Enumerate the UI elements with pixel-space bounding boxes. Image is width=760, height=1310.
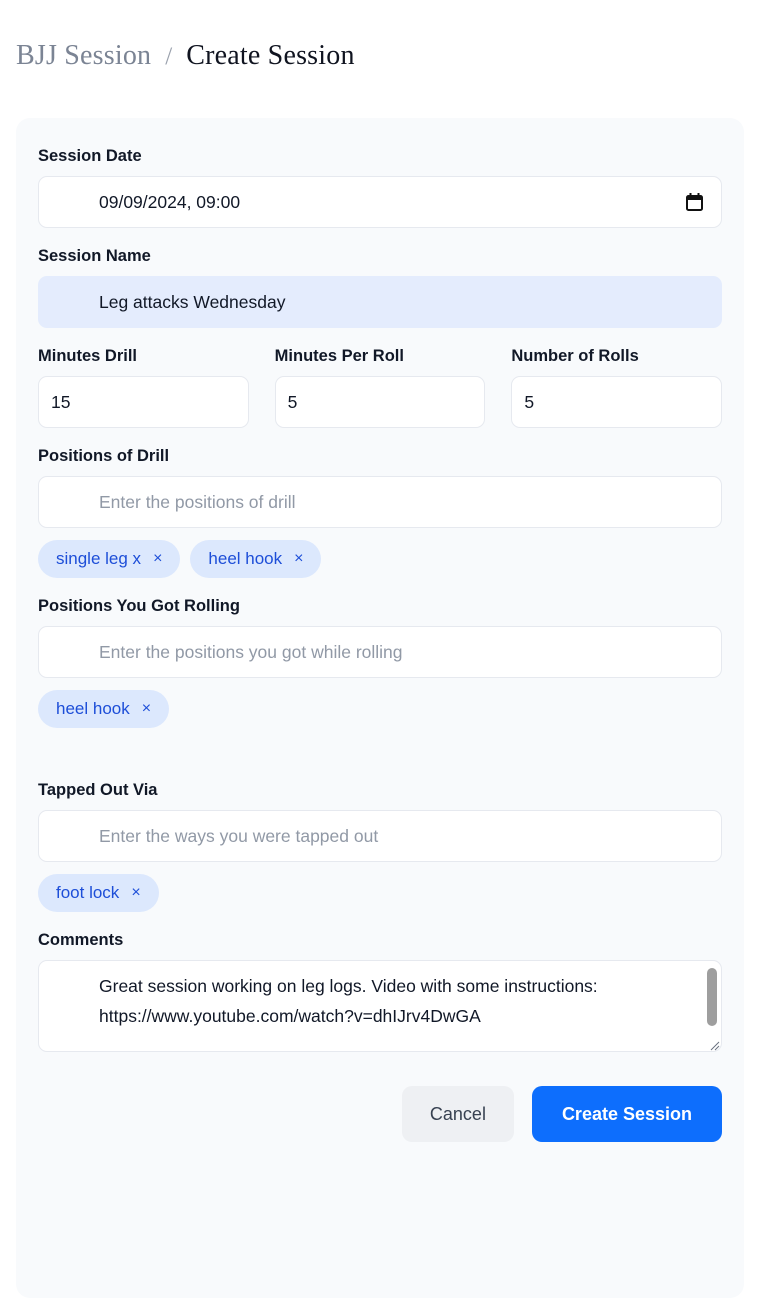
number-of-rolls-input[interactable]: 5	[511, 376, 723, 428]
minutes-drill-value: 15	[51, 391, 71, 412]
tag-remove-icon[interactable]: ×	[142, 701, 151, 717]
number-of-rolls-label: Number of Rolls	[511, 347, 639, 365]
positions-of-drill-input[interactable]: Enter the positions of drill	[38, 476, 722, 528]
positions-rolling-placeholder: Enter the positions you got while rollin…	[99, 641, 403, 662]
minutes-per-roll-input[interactable]: 5	[274, 376, 486, 428]
field-positions-rolling: Positions You Got Rolling Enter the posi…	[38, 596, 722, 728]
tag-remove-icon[interactable]: ×	[131, 885, 140, 901]
create-session-page: BJJ Session / Create Session Session Dat…	[0, 0, 760, 1310]
comments-textarea[interactable]: Great session working on leg logs. Video…	[38, 960, 722, 1052]
breadcrumb-separator: /	[165, 43, 173, 70]
minutes-per-roll-value: 5	[287, 391, 298, 412]
minutes-drill-label: Minutes Drill	[38, 347, 138, 365]
session-name-label: Session Name	[38, 247, 151, 265]
tag-label: single leg x	[56, 549, 142, 568]
tag-remove-icon[interactable]: ×	[153, 551, 162, 567]
tag-chip[interactable]: foot lock ×	[38, 874, 159, 912]
tapped-out-via-label: Tapped Out Via	[38, 781, 158, 799]
field-comments: Comments Great session working on leg lo…	[38, 930, 722, 1052]
session-date-input[interactable]: 09/09/2024, 09:00	[38, 176, 722, 228]
comments-scrollbar-thumb[interactable]	[707, 968, 717, 1026]
tapped-out-via-input[interactable]: Enter the ways you were tapped out	[38, 810, 722, 862]
field-minutes-drill: Minutes Drill 15	[38, 346, 249, 428]
tapped-out-via-tag-list: foot lock ×	[38, 874, 722, 912]
cancel-button[interactable]: Cancel	[401, 1086, 514, 1142]
session-date-label: Session Date	[38, 147, 142, 165]
session-metrics-row: Minutes Drill 15 Minutes Per Roll 5 Numb…	[38, 346, 723, 428]
tag-remove-icon[interactable]: ×	[294, 551, 303, 567]
tag-chip[interactable]: heel hook ×	[38, 690, 170, 728]
create-session-button[interactable]: Create Session	[531, 1086, 722, 1142]
breadcrumb: BJJ Session / Create Session	[16, 40, 355, 72]
calendar-icon[interactable]	[686, 193, 703, 211]
tag-label: heel hook	[208, 549, 283, 568]
field-positions-of-drill: Positions of Drill Enter the positions o…	[38, 446, 722, 578]
field-tapped-out-via: Tapped Out Via Enter the ways you were t…	[38, 780, 722, 912]
field-session-date: Session Date 09/09/2024, 09:00	[38, 146, 722, 228]
field-session-name: Session Name Leg attacks Wednesday	[38, 246, 722, 328]
session-name-input[interactable]: Leg attacks Wednesday	[38, 276, 722, 328]
minutes-drill-input[interactable]: 15	[38, 376, 249, 428]
breadcrumb-root-link[interactable]: BJJ Session	[16, 40, 151, 72]
comments-textarea-wrapper: Great session working on leg logs. Video…	[38, 960, 722, 1052]
resize-handle-icon[interactable]	[710, 1041, 720, 1051]
field-minutes-per-roll: Minutes Per Roll 5	[274, 346, 486, 428]
tag-label: heel hook	[56, 699, 130, 718]
page-title: Create Session	[186, 40, 355, 71]
tag-chip[interactable]: single leg x ×	[38, 540, 181, 578]
positions-of-drill-label: Positions of Drill	[38, 447, 170, 465]
positions-of-drill-placeholder: Enter the positions of drill	[99, 491, 296, 512]
tag-chip[interactable]: heel hook ×	[190, 540, 322, 578]
comments-label: Comments	[38, 931, 124, 949]
form-actions: Cancel Create Session	[38, 1086, 722, 1142]
positions-rolling-tag-list: heel hook ×	[38, 690, 722, 728]
session-date-value: 09/09/2024, 09:00	[99, 191, 241, 212]
tag-label: foot lock	[56, 883, 120, 902]
create-session-form-card: Session Date 09/09/2024, 09:00 Session N…	[16, 118, 744, 1298]
session-name-value: Leg attacks Wednesday	[99, 291, 286, 312]
number-of-rolls-value: 5	[524, 391, 535, 412]
tapped-out-via-placeholder: Enter the ways you were tapped out	[99, 825, 379, 846]
field-number-of-rolls: Number of Rolls 5	[511, 346, 723, 428]
minutes-per-roll-label: Minutes Per Roll	[274, 347, 404, 365]
positions-rolling-input[interactable]: Enter the positions you got while rollin…	[38, 626, 722, 678]
positions-of-drill-tag-list: single leg x × heel hook ×	[38, 540, 722, 578]
positions-rolling-label: Positions You Got Rolling	[38, 597, 240, 615]
